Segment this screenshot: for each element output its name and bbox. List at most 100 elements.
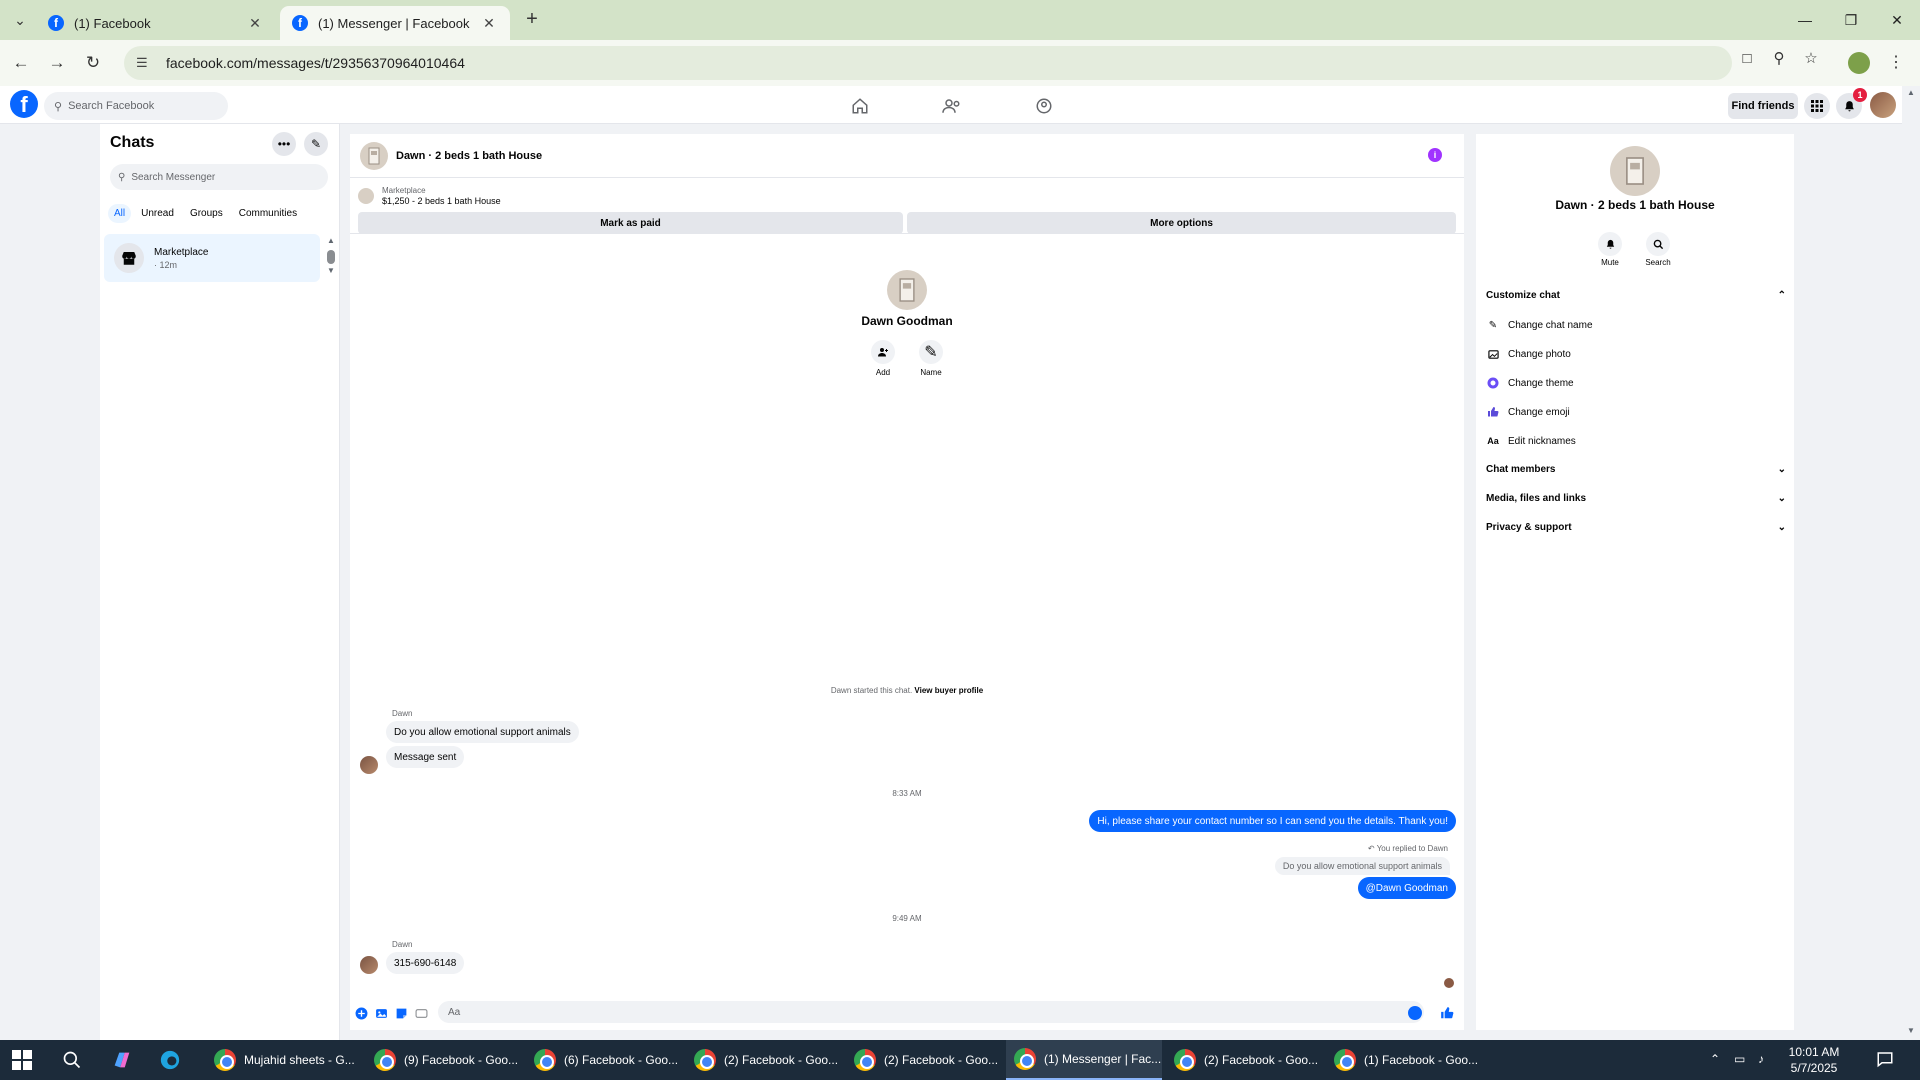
new-tab-plus-icon[interactable]: + (520, 8, 544, 32)
taskbar-app[interactable]: (9) Facebook - Goo... (366, 1040, 522, 1080)
taskbar-search-icon[interactable] (60, 1048, 84, 1072)
close-icon[interactable]: ✕ (246, 15, 264, 32)
restore-icon[interactable]: ❐ (1828, 0, 1874, 40)
tab-messenger[interactable]: f (1) Messenger | Facebook ✕ (280, 6, 510, 40)
close-window-icon[interactable]: ✕ (1874, 0, 1920, 40)
tab-search-icon[interactable]: ⌄ (8, 8, 32, 32)
taskbar-app-label: (9) Facebook - Goo... (404, 1053, 519, 1067)
filter-groups[interactable]: Groups (184, 204, 229, 223)
minimize-icon[interactable]: — (1782, 0, 1828, 40)
view-buyer-profile-link[interactable]: View buyer profile (914, 686, 983, 695)
outgoing-message[interactable]: @Dawn Goodman (1357, 877, 1456, 899)
bookmark-star-icon[interactable]: ☆ (1800, 48, 1822, 68)
scroll-up-arrow-icon[interactable]: ▲ (1902, 88, 1920, 97)
sender-avatar[interactable] (360, 756, 378, 774)
photo-icon[interactable] (374, 1006, 388, 1020)
more-options-icon[interactable]: ••• (272, 132, 296, 156)
tray-network-icon[interactable]: ▭ (1734, 1052, 1745, 1066)
edit-nicknames-row[interactable]: Aa Edit nicknames (1486, 434, 1786, 448)
friends-icon[interactable] (932, 92, 972, 120)
groups-icon[interactable] (1024, 92, 1064, 120)
copilot-icon[interactable] (110, 1048, 134, 1072)
page-scrollbar[interactable]: ▲ ▼ (1902, 86, 1920, 1040)
chat-avatar[interactable] (360, 141, 388, 170)
menu-grid-icon[interactable] (1804, 93, 1830, 119)
new-message-icon[interactable]: ✎ (304, 132, 328, 156)
quoted-message[interactable]: Do you allow emotional support animals (1274, 857, 1450, 875)
change-emoji-row[interactable]: Change emoji (1486, 405, 1786, 419)
media-files-links-section[interactable]: Media, files and links ⌄ (1486, 493, 1786, 504)
chat-start-text: Dawn started this chat. (830, 686, 913, 695)
scroll-down-arrow-icon[interactable]: ▼ (1902, 1026, 1920, 1035)
taskbar-app-label: (1) Messenger | Fac... (1044, 1052, 1162, 1066)
add-person-icon[interactable] (871, 340, 895, 364)
chat-members-section[interactable]: Chat members ⌄ (1486, 464, 1786, 475)
tray-chevron-up-icon[interactable]: ⌃ (1710, 1052, 1720, 1066)
tab-facebook[interactable]: f (1) Facebook ✕ (36, 6, 276, 40)
message-input[interactable]: Aa (438, 1001, 1424, 1023)
outgoing-message[interactable]: Hi, please share your contact number so … (1089, 810, 1456, 832)
incoming-message[interactable]: Do you allow emotional support animals (386, 721, 579, 743)
account-avatar[interactable] (1870, 92, 1896, 118)
listing-title[interactable]: $1,250 - 2 beds 1 bath House (382, 196, 501, 206)
conversation-info-icon[interactable]: i (1428, 148, 1442, 162)
chat-list-item-marketplace[interactable]: Marketplace · 12m (104, 234, 320, 282)
like-thumb-icon[interactable] (1440, 1006, 1454, 1020)
address-bar[interactable]: ☰ facebook.com/messages/t/29356370964010… (124, 46, 1732, 80)
taskbar-app[interactable]: (2) Facebook - Goo... (846, 1040, 1002, 1080)
edit-name-pencil-icon[interactable]: ✎ (919, 340, 943, 364)
taskbar-app[interactable]: (1) Facebook - Goo... (1326, 1040, 1482, 1080)
more-options-button[interactable]: More options (907, 212, 1456, 234)
chat-photo[interactable] (1610, 146, 1660, 196)
sender-avatar[interactable] (360, 956, 378, 974)
messenger-search-input[interactable]: ⚲ Search Messenger (110, 164, 328, 190)
emoji-icon[interactable] (1408, 1006, 1422, 1020)
site-settings-icon[interactable]: ☰ (136, 55, 154, 71)
windows-start-icon[interactable] (12, 1050, 32, 1070)
facebook-search-input[interactable]: ⚲ Search Facebook (44, 92, 228, 120)
change-theme-row[interactable]: Change theme (1486, 376, 1786, 390)
scroll-down-arrow-icon[interactable]: ▼ (326, 266, 336, 275)
zoom-icon[interactable]: ⚲ (1768, 48, 1790, 68)
contact-avatar[interactable] (887, 270, 927, 310)
filter-communities[interactable]: Communities (233, 204, 303, 223)
change-photo-row[interactable]: Change photo (1486, 347, 1786, 361)
install-app-icon[interactable]: □ (1736, 48, 1758, 68)
chat-list-scrollbar[interactable] (327, 250, 335, 264)
listing-thumbnail[interactable] (358, 188, 374, 204)
taskbar-app[interactable]: Mujahid sheets - G... (206, 1040, 362, 1080)
conversation-title[interactable]: Dawn · 2 beds 1 bath House (396, 150, 542, 162)
taskbar-app-active[interactable]: (1) Messenger | Fac... (1006, 1040, 1162, 1080)
reload-icon[interactable]: ↻ (80, 50, 106, 76)
search-icon[interactable] (1646, 232, 1670, 256)
filter-unread[interactable]: Unread (135, 204, 180, 223)
gif-icon[interactable] (414, 1006, 428, 1020)
find-friends-button[interactable]: Find friends (1728, 93, 1798, 119)
taskbar-app[interactable]: (2) Facebook - Goo... (1166, 1040, 1322, 1080)
home-icon[interactable] (840, 92, 880, 120)
mark-as-paid-button[interactable]: Mark as paid (358, 212, 903, 234)
back-arrow-icon[interactable]: ← (8, 50, 34, 76)
close-icon[interactable]: ✕ (480, 15, 498, 32)
customize-chat-section[interactable]: Customize chat ⌃ (1486, 290, 1786, 301)
filter-all[interactable]: All (108, 204, 132, 223)
forward-arrow-icon[interactable]: → (44, 50, 70, 76)
chevron-down-icon: ⌄ (1777, 493, 1786, 504)
scroll-up-arrow-icon[interactable]: ▲ (326, 236, 336, 245)
incoming-message[interactable]: Message sent (386, 746, 465, 768)
taskbar-app[interactable]: (2) Facebook - Goo... (686, 1040, 842, 1080)
change-chat-name-row[interactable]: ✎ Change chat name (1486, 318, 1786, 332)
incoming-message[interactable]: 315-690-6148 (386, 952, 465, 974)
notification-center-icon[interactable] (1876, 1050, 1894, 1068)
sticker-icon[interactable] (394, 1006, 408, 1020)
privacy-support-section[interactable]: Privacy & support ⌄ (1486, 522, 1786, 533)
tray-volume-icon[interactable]: ♪ (1758, 1052, 1764, 1066)
browser-profile-avatar[interactable] (1848, 52, 1870, 74)
browser-menu-icon[interactable]: ⋮ (1888, 52, 1904, 74)
mute-bell-icon[interactable] (1598, 232, 1622, 256)
taskbar-app[interactable]: (6) Facebook - Goo... (526, 1040, 682, 1080)
edge-browser-icon[interactable] (158, 1048, 182, 1072)
facebook-logo-icon[interactable]: f (10, 90, 38, 118)
taskbar-clock[interactable]: 10:01 AM 5/7/2025 (1774, 1044, 1854, 1076)
plus-circle-icon[interactable] (354, 1006, 368, 1020)
